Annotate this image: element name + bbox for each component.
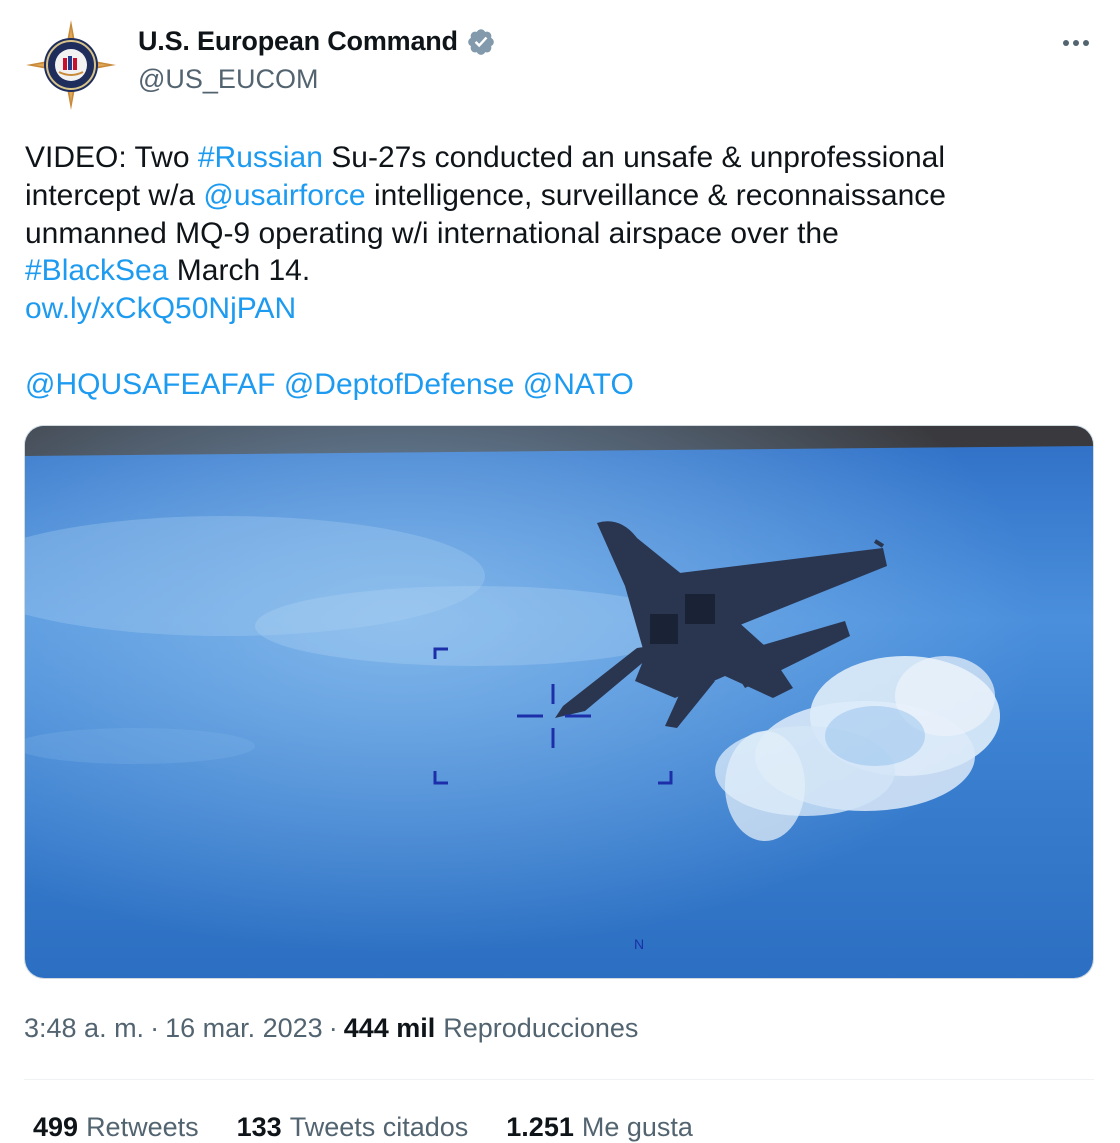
mention-usairforce[interactable]: @usairforce bbox=[203, 179, 365, 212]
tweet-text-segment: intelligence, surveillance & reconnaissa… bbox=[365, 178, 946, 212]
views-label: Reproducciones bbox=[443, 1013, 639, 1043]
meta-separator: · bbox=[328, 1013, 338, 1043]
overlay-letter: N bbox=[634, 936, 644, 952]
meta-separator: · bbox=[150, 1013, 160, 1043]
quote-tweets-label: Tweets citados bbox=[289, 1112, 469, 1142]
jet-intercept-image: N bbox=[25, 426, 1093, 978]
avatar[interactable] bbox=[26, 20, 116, 110]
hashtag-blacksea[interactable]: #BlackSea bbox=[25, 254, 168, 287]
author-display-name[interactable]: U.S. European Command bbox=[138, 26, 458, 57]
verified-badge-icon bbox=[468, 28, 494, 55]
tweet-text: VIDEO: Two #Russian Su-27s conducted an … bbox=[25, 139, 1085, 404]
mention-deptofdefense[interactable]: @DeptofDefense bbox=[284, 368, 515, 401]
divider bbox=[24, 1079, 1094, 1080]
tweet-date[interactable]: 16 mar. 2023 bbox=[165, 1013, 323, 1044]
tweet-time[interactable]: 3:48 a. m. bbox=[24, 1013, 144, 1044]
tweet-meta: 3:48 a. m. · 16 mar. 2023 · 444 mil Repr… bbox=[24, 1013, 638, 1044]
tweet-text-segment: VIDEO: Two bbox=[25, 141, 198, 174]
mention-nato[interactable]: @NATO bbox=[523, 368, 634, 401]
likes-stat[interactable]: 1.251 Me gusta bbox=[506, 1112, 693, 1143]
hashtag-russian[interactable]: #Russian bbox=[198, 141, 323, 174]
more-options-icon[interactable] bbox=[1058, 28, 1094, 58]
author-handle[interactable]: @US_EUCOM bbox=[138, 64, 318, 95]
quote-tweets-stat[interactable]: 133 Tweets citados bbox=[237, 1112, 469, 1143]
likes-label: Me gusta bbox=[581, 1112, 693, 1142]
retweets-count: 499 bbox=[33, 1112, 79, 1142]
tweet-text-segment: intercept w/a bbox=[25, 178, 204, 212]
retweets-label: Retweets bbox=[86, 1112, 199, 1142]
retweets-stat[interactable]: 499 Retweets bbox=[33, 1112, 199, 1143]
tweet-media-image[interactable]: N bbox=[24, 425, 1094, 979]
quote-tweets-count: 133 bbox=[236, 1112, 282, 1142]
tweet-text-segment: Su-27s conducted an unsafe & unprofessio… bbox=[322, 141, 946, 174]
views-count: 444 mil bbox=[343, 1013, 436, 1043]
likes-count: 1.251 bbox=[506, 1112, 574, 1142]
mention-hqusafeafaf[interactable]: @HQUSAFEAFAF bbox=[25, 368, 276, 401]
eucom-seal-icon bbox=[26, 20, 116, 110]
tweet-stats: 499 Retweets 133 Tweets citados 1.251 Me… bbox=[33, 1112, 731, 1143]
tweet-text-segment: unmanned MQ-9 operating w/i internationa… bbox=[25, 216, 839, 250]
short-link[interactable]: ow.ly/xCkQ50NjPAN bbox=[25, 292, 296, 325]
tweet-text-segment: March 14. bbox=[168, 254, 311, 288]
